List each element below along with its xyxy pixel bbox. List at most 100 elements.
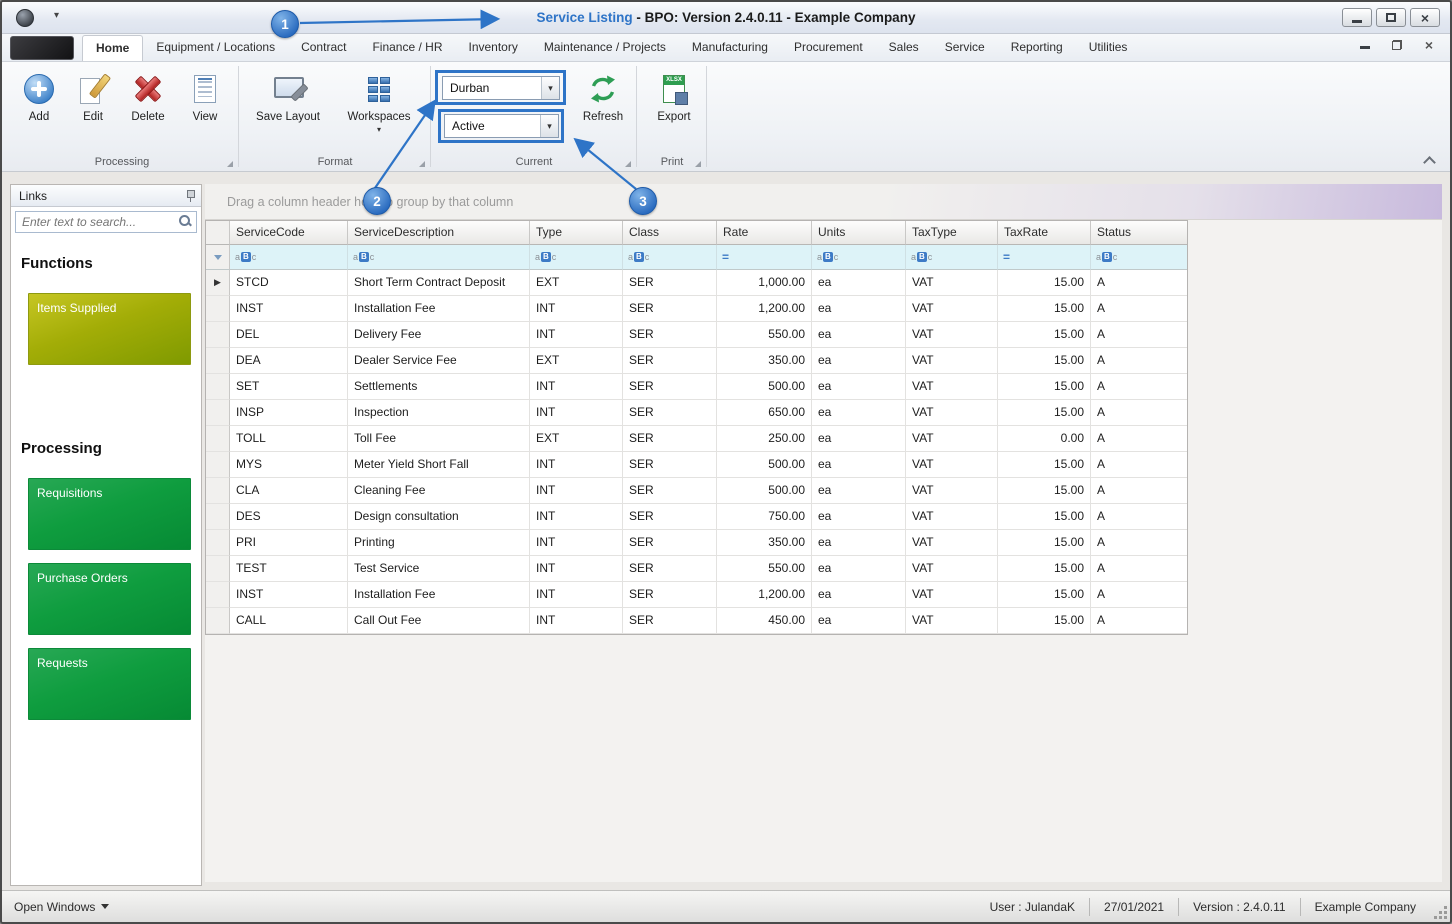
delete-x-icon xyxy=(133,75,163,103)
filter-cell-type[interactable]: aBc xyxy=(530,245,623,270)
column-header[interactable]: Units xyxy=(812,221,906,245)
ribbon-tab[interactable]: Home xyxy=(82,35,144,61)
table-row[interactable]: TOLL Toll Fee EXT SER 250.00 ea VAT 0.00… xyxy=(206,426,1187,452)
ribbon-tab[interactable]: Inventory xyxy=(455,35,530,61)
mdi-minimize-button[interactable] xyxy=(1358,38,1372,52)
items-supplied-button[interactable]: Items Supplied xyxy=(28,293,191,365)
filter-row-indicator xyxy=(206,245,230,270)
ribbon-tab[interactable]: Service xyxy=(932,35,998,61)
cell-class: SER xyxy=(623,400,717,426)
table-row[interactable]: CLA Cleaning Fee INT SER 500.00 ea VAT 1… xyxy=(206,478,1187,504)
abc-filter-icon[interactable]: aBc xyxy=(535,252,556,262)
minimize-button[interactable] xyxy=(1342,8,1372,27)
workspaces-button[interactable]: Workspaces ▾ xyxy=(338,68,420,134)
search-input[interactable] xyxy=(15,211,197,233)
cell-servicecode: CALL xyxy=(230,608,348,634)
table-row[interactable]: PRI Printing INT SER 350.00 ea VAT 15.00… xyxy=(206,530,1187,556)
add-button[interactable]: Add xyxy=(14,68,64,123)
save-layout-button[interactable]: Save Layout xyxy=(248,68,328,123)
row-indicator-cell xyxy=(206,296,230,322)
cell-rate: 550.00 xyxy=(717,322,812,348)
equals-filter-icon[interactable]: = xyxy=(1003,250,1010,264)
table-row[interactable]: ▶ STCD Short Term Contract Deposit EXT S… xyxy=(206,270,1187,296)
abc-filter-icon[interactable]: aBc xyxy=(911,252,932,262)
edit-button[interactable]: Edit xyxy=(70,68,116,123)
filter-cell-taxtype[interactable]: aBc xyxy=(906,245,998,270)
refresh-button[interactable]: Refresh xyxy=(574,68,632,123)
table-row[interactable]: INST Installation Fee INT SER 1,200.00 e… xyxy=(206,582,1187,608)
filter-cell-taxrate[interactable]: = xyxy=(998,245,1091,270)
filter-cell-class[interactable]: aBc xyxy=(623,245,717,270)
equals-filter-icon[interactable]: = xyxy=(722,250,729,264)
cell-taxrate: 15.00 xyxy=(998,582,1091,608)
table-row[interactable]: DES Design consultation INT SER 750.00 e… xyxy=(206,504,1187,530)
column-header[interactable]: Class xyxy=(623,221,717,245)
column-header[interactable]: TaxRate xyxy=(998,221,1091,245)
abc-filter-icon[interactable]: aBc xyxy=(628,252,649,262)
column-header[interactable]: Status xyxy=(1091,221,1187,245)
purchase-orders-button[interactable]: Purchase Orders xyxy=(28,563,191,635)
table-row[interactable]: INST Installation Fee INT SER 1,200.00 e… xyxy=(206,296,1187,322)
cell-class: SER xyxy=(623,426,717,452)
column-header[interactable]: Rate xyxy=(717,221,812,245)
filter-cell-status[interactable]: aBc xyxy=(1091,245,1187,270)
table-row[interactable]: CALL Call Out Fee INT SER 450.00 ea VAT … xyxy=(206,608,1187,634)
status-date: 27/01/2021 xyxy=(1104,899,1165,914)
search-icon[interactable] xyxy=(179,215,192,228)
table-row[interactable]: DEL Delivery Fee INT SER 550.00 ea VAT 1… xyxy=(206,322,1187,348)
dialog-launcher-icon[interactable] xyxy=(695,161,701,167)
ribbon-tab[interactable]: Equipment / Locations xyxy=(143,35,288,61)
open-windows-dropdown[interactable]: Open Windows xyxy=(14,900,110,914)
status-combobox[interactable]: Active ▾ xyxy=(444,114,559,138)
table-row[interactable]: TEST Test Service INT SER 550.00 ea VAT … xyxy=(206,556,1187,582)
ribbon-tab[interactable]: Procurement xyxy=(781,35,876,61)
abc-filter-icon[interactable]: aBc xyxy=(353,252,374,262)
add-button-label: Add xyxy=(28,111,50,123)
mdi-restore-button[interactable] xyxy=(1390,38,1404,52)
ribbon-tab[interactable]: Utilities xyxy=(1076,35,1141,61)
ribbon-tab[interactable]: Contract xyxy=(288,35,359,61)
table-row[interactable]: MYS Meter Yield Short Fall INT SER 500.0… xyxy=(206,452,1187,478)
site-combobox-dropdown-button[interactable]: ▾ xyxy=(541,77,559,99)
chevron-down-icon: ▾ xyxy=(548,82,553,93)
ribbon-tab[interactable]: Finance / HR xyxy=(359,35,455,61)
app-logo[interactable] xyxy=(10,36,74,60)
requisitions-button[interactable]: Requisitions xyxy=(28,478,191,550)
column-header[interactable]: TaxType xyxy=(906,221,998,245)
abc-filter-icon[interactable]: aBc xyxy=(235,252,256,262)
status-combobox-dropdown-button[interactable]: ▾ xyxy=(540,115,558,137)
resize-grip[interactable] xyxy=(1435,907,1447,919)
ribbon-tab[interactable]: Maintenance / Projects xyxy=(531,35,679,61)
pin-icon[interactable] xyxy=(185,189,195,203)
maximize-button[interactable] xyxy=(1376,8,1406,27)
close-button[interactable]: × xyxy=(1410,8,1440,27)
cell-taxtype: VAT xyxy=(906,530,998,556)
ribbon-collapse-icon[interactable] xyxy=(1422,155,1436,165)
export-button[interactable]: XLSX Export xyxy=(646,68,702,123)
filter-cell-rate[interactable]: = xyxy=(717,245,812,270)
filter-cell-servicecode[interactable]: aBc xyxy=(230,245,348,270)
cell-taxrate: 15.00 xyxy=(998,270,1091,296)
ribbon-tab[interactable]: Sales xyxy=(876,35,932,61)
delete-button[interactable]: Delete xyxy=(122,68,174,123)
filter-cell-units[interactable]: aBc xyxy=(812,245,906,270)
dialog-launcher-icon[interactable] xyxy=(625,161,631,167)
dialog-launcher-icon[interactable] xyxy=(227,161,233,167)
view-button[interactable]: View xyxy=(182,68,228,123)
site-combobox[interactable]: Durban ▾ xyxy=(442,76,560,100)
column-header[interactable]: ServiceCode xyxy=(230,221,348,245)
abc-filter-icon[interactable]: aBc xyxy=(817,252,838,262)
mdi-close-button[interactable]: × xyxy=(1422,37,1436,53)
table-row[interactable]: DEA Dealer Service Fee EXT SER 350.00 ea… xyxy=(206,348,1187,374)
requests-button[interactable]: Requests xyxy=(28,648,191,720)
filter-cell-servicedescription[interactable]: aBc xyxy=(348,245,530,270)
abc-filter-icon[interactable]: aBc xyxy=(1096,252,1117,262)
cell-type: EXT xyxy=(530,270,623,296)
ribbon-tab[interactable]: Reporting xyxy=(998,35,1076,61)
column-header[interactable]: Type xyxy=(530,221,623,245)
ribbon-tab[interactable]: Manufacturing xyxy=(679,35,781,61)
table-row[interactable]: SET Settlements INT SER 500.00 ea VAT 15… xyxy=(206,374,1187,400)
dialog-launcher-icon[interactable] xyxy=(419,161,425,167)
column-header[interactable]: ServiceDescription xyxy=(348,221,530,245)
table-row[interactable]: INSP Inspection INT SER 650.00 ea VAT 15… xyxy=(206,400,1187,426)
